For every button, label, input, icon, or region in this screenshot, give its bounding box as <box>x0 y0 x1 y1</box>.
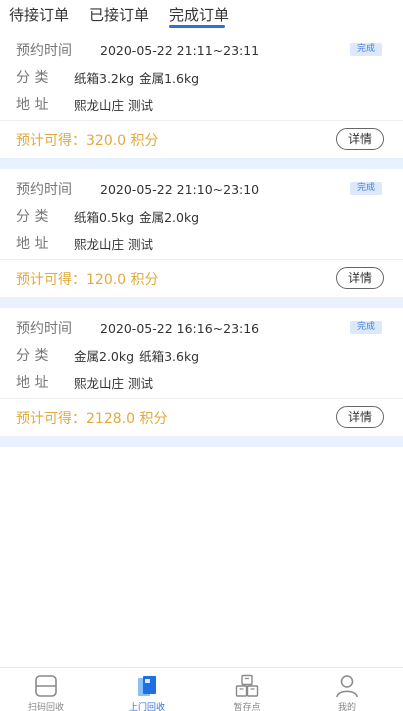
tab-completed-orders[interactable]: 完成订单 <box>169 4 229 25</box>
time-label: 预约时间 <box>16 321 72 337</box>
scan-icon <box>35 675 57 697</box>
status-badge: 完成 <box>349 321 382 334</box>
appointment-time: 2020-05-22 21:10~23:10 <box>100 181 260 197</box>
detail-button[interactable]: 详情 <box>336 267 384 289</box>
estimated-points: 预计可得：320.0 积分 <box>16 130 159 150</box>
estimated-points: 预计可得：2128.0 积分 <box>16 408 167 428</box>
status-badge: 完成 <box>349 182 382 195</box>
earn-suffix: 积分 <box>139 411 168 427</box>
appointment-time: 2020-05-22 16:16~23:16 <box>100 320 260 336</box>
earn-suffix: 积分 <box>130 272 159 288</box>
appointment-time-row: 预约时间 2020-05-22 21:11~23:11 <box>16 40 259 60</box>
category-label: 分 类 <box>16 348 49 364</box>
order-card: 预约时间 2020-05-22 21:11~23:11 完成 分 类 纸箱3.2… <box>0 30 403 158</box>
detail-button[interactable]: 详情 <box>336 128 384 150</box>
nav-door-recycle[interactable]: 上门回收 <box>112 674 182 711</box>
storage-boxes-icon <box>235 674 259 697</box>
card-divider <box>0 259 403 260</box>
nav-label: 暂存点 <box>233 703 261 711</box>
category-row: 分 类 金属2.0kg 纸箱3.6kg <box>16 345 199 365</box>
points-value: 120.0 <box>86 272 127 288</box>
nav-label: 扫码回收 <box>27 703 64 711</box>
address-row: 地 址 熙龙山庄 测试 <box>16 94 153 114</box>
category-item: 金属1.6kg <box>139 70 200 86</box>
detail-button[interactable]: 详情 <box>336 406 384 428</box>
card-separator <box>0 436 403 447</box>
category-item: 金属2.0kg <box>74 348 135 364</box>
points-value: 320.0 <box>86 133 127 149</box>
order-card: 预约时间 2020-05-22 21:10~23:10 完成 分 类 纸箱0.5… <box>0 169 403 297</box>
user-icon <box>336 675 358 698</box>
category-item: 金属2.0kg <box>139 209 200 225</box>
appointment-time-row: 预约时间 2020-05-22 21:10~23:10 <box>16 179 259 199</box>
nav-mine[interactable]: 我的 <box>312 674 382 711</box>
order-card: 预约时间 2020-05-22 16:16~23:16 完成 分 类 金属2.0… <box>0 308 403 436</box>
category-items: 金属2.0kg 纸箱3.6kg <box>74 346 199 365</box>
address-label: 地 址 <box>16 375 49 391</box>
bottom-navigation: 扫码回收 上门回收 暂存点 我的 <box>0 667 403 711</box>
nav-label: 上门回收 <box>128 703 165 711</box>
order-list: 预约时间 2020-05-22 21:11~23:11 完成 分 类 纸箱3.2… <box>0 30 403 447</box>
appointment-time-row: 预约时间 2020-05-22 16:16~23:16 <box>16 318 259 338</box>
address-value: 熙龙山庄 测试 <box>74 97 153 113</box>
nav-label: 我的 <box>337 703 356 711</box>
category-item: 纸箱0.5kg <box>74 209 135 225</box>
card-separator <box>0 158 403 169</box>
category-label: 分 类 <box>16 209 49 225</box>
status-badge: 完成 <box>349 43 382 56</box>
card-separator <box>0 297 403 308</box>
category-row: 分 类 纸箱3.2kg 金属1.6kg <box>16 67 199 87</box>
tab-pending-orders[interactable]: 待接订单 <box>9 4 69 25</box>
address-label: 地 址 <box>16 97 49 113</box>
address-row: 地 址 熙龙山庄 测试 <box>16 233 153 253</box>
card-divider <box>0 120 403 121</box>
tab-accepted-orders[interactable]: 已接订单 <box>89 4 149 25</box>
earn-prefix: 预计可得： <box>16 411 86 427</box>
address-value: 熙龙山庄 测试 <box>74 236 153 252</box>
points-value: 2128.0 <box>86 411 135 427</box>
category-item: 纸箱3.6kg <box>139 348 200 364</box>
appointment-time: 2020-05-22 21:11~23:11 <box>100 42 260 58</box>
address-value: 熙龙山庄 测试 <box>74 375 153 391</box>
nav-scan-recycle[interactable]: 扫码回收 <box>11 674 81 711</box>
earn-suffix: 积分 <box>130 133 159 149</box>
order-tabs: 待接订单 已接订单 完成订单 <box>0 0 403 30</box>
earn-prefix: 预计可得： <box>16 133 86 149</box>
nav-storage-point[interactable]: 暂存点 <box>212 674 282 711</box>
active-tab-indicator <box>169 25 225 28</box>
time-label: 预约时间 <box>16 182 72 198</box>
address-label: 地 址 <box>16 236 49 252</box>
card-divider <box>0 398 403 399</box>
category-label: 分 类 <box>16 70 49 86</box>
time-label: 预约时间 <box>16 43 72 59</box>
category-items: 纸箱3.2kg 金属1.6kg <box>74 68 199 87</box>
address-row: 地 址 熙龙山庄 测试 <box>16 372 153 392</box>
estimated-points: 预计可得：120.0 积分 <box>16 269 159 289</box>
category-row: 分 类 纸箱0.5kg 金属2.0kg <box>16 206 199 226</box>
door-recycle-icon <box>138 676 156 696</box>
earn-prefix: 预计可得： <box>16 272 86 288</box>
category-items: 纸箱0.5kg 金属2.0kg <box>74 207 199 226</box>
category-item: 纸箱3.2kg <box>74 70 135 86</box>
